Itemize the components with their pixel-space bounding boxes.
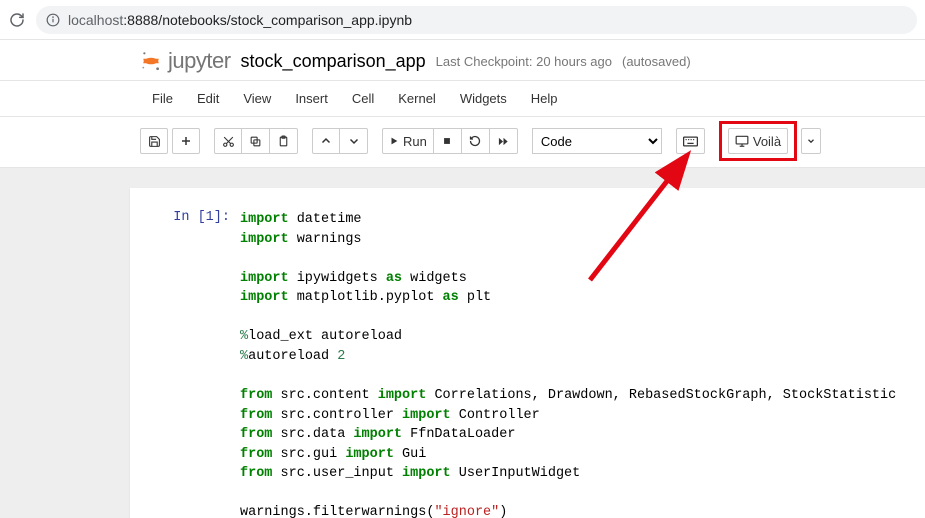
arrow-down-icon [348, 135, 360, 147]
run-button[interactable]: Run [382, 128, 434, 154]
copy-icon [249, 135, 262, 148]
cut-button[interactable] [214, 128, 242, 154]
notebook-header: jupyter stock_comparison_app Last Checkp… [0, 40, 925, 80]
arrow-up-icon [320, 135, 332, 147]
url-text: localhost:8888/notebooks/stock_compariso… [68, 12, 412, 28]
plus-icon [180, 135, 192, 147]
restart-icon [469, 135, 481, 147]
menu-cell[interactable]: Cell [340, 85, 386, 112]
code-cell[interactable]: In [1]: import datetime import warnings … [130, 206, 925, 518]
voila-label: Voilà [753, 134, 781, 149]
run-label: Run [403, 134, 427, 149]
menu-view[interactable]: View [231, 85, 283, 112]
copy-button[interactable] [242, 128, 270, 154]
menu-file[interactable]: File [140, 85, 185, 112]
paste-icon [277, 135, 290, 148]
cell-prompt: In [1]: [130, 210, 240, 518]
checkpoint-text: Last Checkpoint: 20 hours ago [436, 54, 612, 69]
move-group [312, 128, 368, 154]
interrupt-button[interactable] [434, 128, 462, 154]
save-button[interactable] [140, 128, 168, 154]
add-cell-button[interactable] [172, 128, 200, 154]
menu-insert[interactable]: Insert [283, 85, 340, 112]
jupyter-orb-icon [140, 50, 162, 72]
move-up-button[interactable] [312, 128, 340, 154]
page-body: In [1]: import datetime import warnings … [0, 168, 925, 518]
move-down-button[interactable] [340, 128, 368, 154]
menu-widgets[interactable]: Widgets [448, 85, 519, 112]
menu-help[interactable]: Help [519, 85, 570, 112]
menu-kernel[interactable]: Kernel [386, 85, 448, 112]
command-palette-button[interactable] [676, 128, 705, 154]
cut-icon [222, 135, 235, 148]
jupyter-wordmark: jupyter [168, 48, 231, 74]
monitor-icon [735, 135, 749, 147]
jupyter-logo[interactable]: jupyter [140, 48, 231, 74]
autosave-text: (autosaved) [622, 54, 691, 69]
menubar: File Edit View Insert Cell Kernel Widget… [0, 80, 925, 117]
clipboard-group [214, 128, 298, 154]
notebook-title[interactable]: stock_comparison_app [241, 51, 426, 72]
chevron-down-icon [806, 136, 816, 146]
reload-icon[interactable] [8, 11, 26, 29]
restart-run-all-button[interactable] [490, 128, 518, 154]
notebook-container: In [1]: import datetime import warnings … [130, 188, 925, 518]
menu-edit[interactable]: Edit [185, 85, 231, 112]
keyboard-icon [683, 136, 698, 147]
dropdown-caret-button[interactable] [801, 128, 821, 154]
address-bar[interactable]: localhost:8888/notebooks/stock_compariso… [36, 6, 917, 34]
restart-button[interactable] [462, 128, 490, 154]
toolbar: Run Code Voilà [0, 117, 925, 168]
run-group: Run [382, 128, 518, 154]
browser-bar: localhost:8888/notebooks/stock_compariso… [0, 0, 925, 40]
voila-button[interactable]: Voilà [728, 128, 788, 154]
fast-forward-icon [497, 136, 510, 147]
info-icon [46, 13, 60, 27]
voila-highlight-box: Voilà [719, 121, 797, 161]
save-icon [148, 135, 161, 148]
cell-code[interactable]: import datetime import warnings import i… [240, 210, 896, 518]
play-icon [389, 136, 399, 146]
cell-type-select[interactable]: Code [532, 128, 662, 154]
stop-icon [442, 136, 452, 146]
paste-button[interactable] [270, 128, 298, 154]
